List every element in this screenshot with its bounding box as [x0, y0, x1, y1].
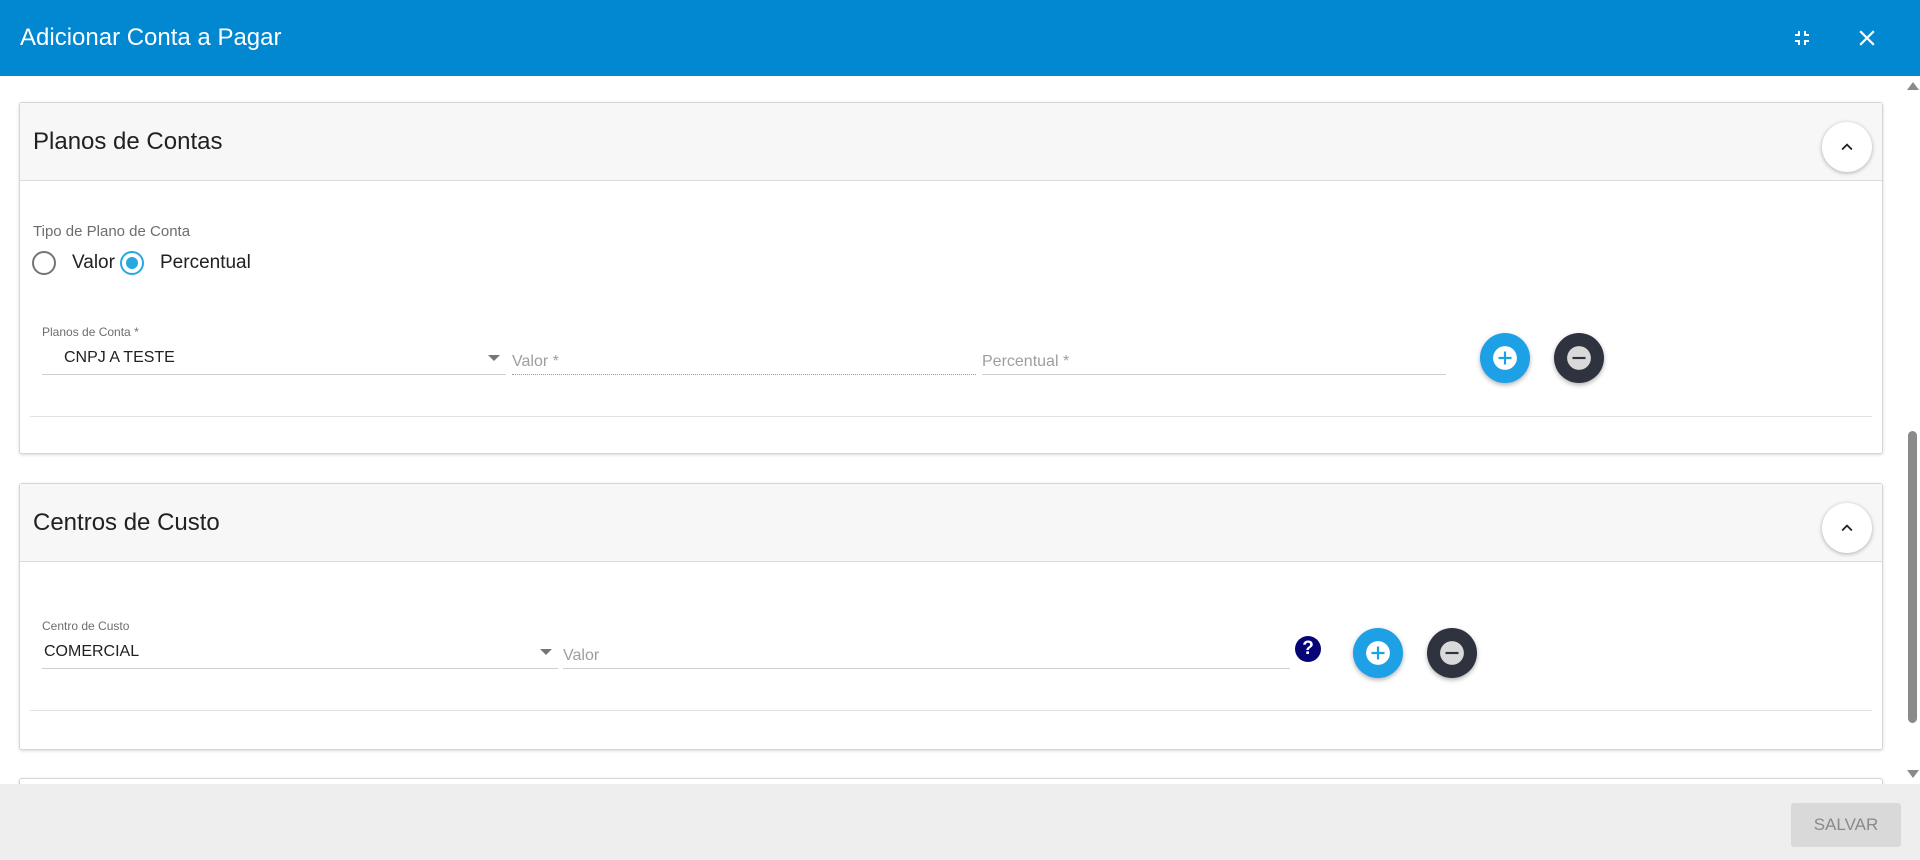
chevron-up-icon — [1841, 524, 1853, 532]
add-centro-button[interactable] — [1353, 628, 1403, 678]
planos-contas-header: Planos de Contas — [20, 103, 1882, 181]
help-icon[interactable]: ? — [1295, 636, 1321, 662]
remove-plano-button[interactable] — [1554, 333, 1604, 383]
scroll-down-icon[interactable] — [1907, 770, 1919, 778]
planos-conta-select[interactable]: CNPJ A TESTE — [42, 341, 506, 375]
fullscreen-exit-icon — [1795, 31, 1809, 45]
close-button[interactable] — [1847, 18, 1887, 58]
centro-custo-select-value: COMERCIAL — [44, 643, 140, 660]
dialog-title: Adicionar Conta a Pagar — [20, 24, 282, 51]
radio-percentual[interactable] — [120, 251, 144, 275]
chevron-down-icon — [540, 649, 552, 655]
radio-percentual-label[interactable]: Percentual — [160, 252, 251, 274]
centro-valor-input[interactable] — [563, 635, 1290, 669]
chevron-down-icon — [488, 355, 500, 361]
plus-circle-icon — [1493, 346, 1517, 370]
planos-contas-divider — [30, 416, 1872, 417]
remove-centro-button[interactable] — [1427, 628, 1477, 678]
dialog-header: Adicionar Conta a Pagar — [0, 0, 1920, 76]
dialog-footer: SALVAR — [0, 784, 1920, 860]
minus-circle-icon — [1567, 346, 1591, 370]
plano-percentual-input[interactable] — [982, 341, 1446, 375]
centros-custo-divider — [30, 710, 1872, 711]
close-icon — [1859, 30, 1875, 46]
minimize-button[interactable] — [1782, 18, 1822, 58]
centros-custo-title: Centros de Custo — [33, 508, 220, 536]
dialog-content: Planos de Contas Tipo de Plano de Conta … — [0, 76, 1904, 784]
vertical-scrollbar[interactable] — [1904, 76, 1920, 784]
plus-circle-icon — [1366, 641, 1390, 665]
add-plano-button[interactable] — [1480, 333, 1530, 383]
save-button[interactable]: SALVAR — [1791, 803, 1901, 847]
chevron-up-icon — [1841, 143, 1853, 151]
centros-custo-panel: Centros de Custo Centro de Custo COMERCI… — [19, 483, 1883, 750]
radio-valor[interactable] — [32, 251, 56, 275]
centros-custo-header: Centros de Custo — [20, 484, 1882, 562]
planos-conta-select-value: CNPJ A TESTE — [64, 349, 175, 366]
scroll-thumb[interactable] — [1908, 431, 1917, 723]
planos-contas-title: Planos de Contas — [33, 127, 223, 155]
minus-circle-icon — [1440, 641, 1464, 665]
centro-custo-select-label: Centro de Custo — [42, 619, 130, 633]
centro-custo-select[interactable]: COMERCIAL — [42, 635, 558, 669]
tipo-plano-label: Tipo de Plano de Conta — [33, 223, 191, 240]
planos-contas-panel: Planos de Contas Tipo de Plano de Conta … — [19, 102, 1883, 454]
centros-custo-collapse-button[interactable] — [1822, 503, 1872, 553]
planos-conta-select-label: Planos de Conta * — [42, 325, 139, 339]
radio-valor-label[interactable]: Valor — [72, 252, 115, 274]
plano-valor-input[interactable] — [512, 341, 976, 375]
scroll-up-icon[interactable] — [1907, 82, 1919, 90]
planos-contas-collapse-button[interactable] — [1822, 122, 1872, 172]
